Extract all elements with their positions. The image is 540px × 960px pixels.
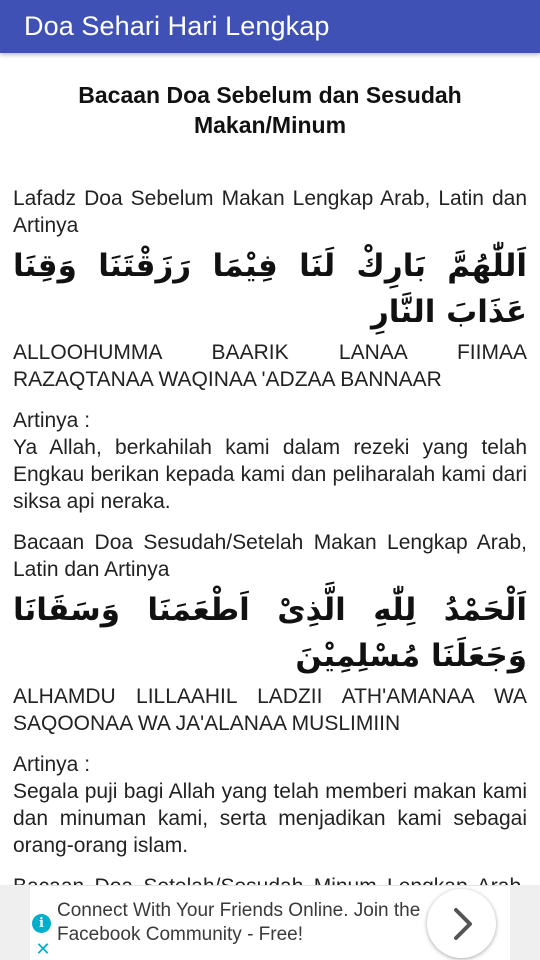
ad-open-button[interactable] <box>427 889 496 958</box>
chevron-right-icon <box>453 907 472 940</box>
app-bar: Doa Sehari Hari Lengkap <box>0 0 540 53</box>
translation-text: Segala puji bagi Allah yang telah member… <box>13 780 527 857</box>
translation-label: Artinya : <box>13 753 91 776</box>
info-icon[interactable]: i <box>32 914 51 933</box>
ad-text[interactable]: Connect With Your Friends Online. Join t… <box>57 899 427 947</box>
section-after-drinking: Bacaan Doa Setelah/Sesudah Minum Lengkap… <box>13 873 527 885</box>
translation-label: Artinya : <box>13 409 91 432</box>
app-title: Doa Sehari Hari Lengkap <box>24 11 330 41</box>
translation-text: Ya Allah, berkahilah kami dalam rezeki y… <box>13 436 527 513</box>
ad-margin-right <box>510 885 540 960</box>
section-after-eating: Bacaan Doa Sesudah/Setelah Makan Lengkap… <box>13 529 527 859</box>
close-icon[interactable]: ✕ <box>34 940 52 958</box>
page-title: Bacaan Doa Sebelum dan Sesudah Makan/Min… <box>78 82 462 138</box>
arabic-text: اَللّٰهُمَّ بَارِكْ لَنَا فِيْمَا رَزَقْ… <box>13 248 527 330</box>
latin-text: ALLOOHUMMA BAARIK LANAA FIIMAA RAZAQTANA… <box>13 341 527 391</box>
arabic-text: اَلْحَمْدُ لِلّٰهِ الَّذِىْ اَطْعَمَنَا … <box>13 592 527 674</box>
section-heading: Lafadz Doa Sebelum Makan Lengkap Arab, L… <box>13 187 527 237</box>
content-scroll[interactable]: Bacaan Doa Sebelum dan Sesudah Makan/Min… <box>0 53 540 885</box>
ad-choices: i ✕ <box>30 886 54 960</box>
section-before-eating: Lafadz Doa Sebelum Makan Lengkap Arab, L… <box>13 185 527 515</box>
section-heading: Bacaan Doa Setelah/Sesudah Minum Lengkap… <box>13 873 527 885</box>
ad-margin-left <box>0 885 30 960</box>
latin-text: ALHAMDU LILLAAHIL LADZII ATH'AMANAA WA S… <box>13 685 527 735</box>
section-heading: Bacaan Doa Sesudah/Setelah Makan Lengkap… <box>13 531 527 581</box>
ad-banner[interactable]: i ✕ Connect With Your Friends Online. Jo… <box>30 885 510 960</box>
